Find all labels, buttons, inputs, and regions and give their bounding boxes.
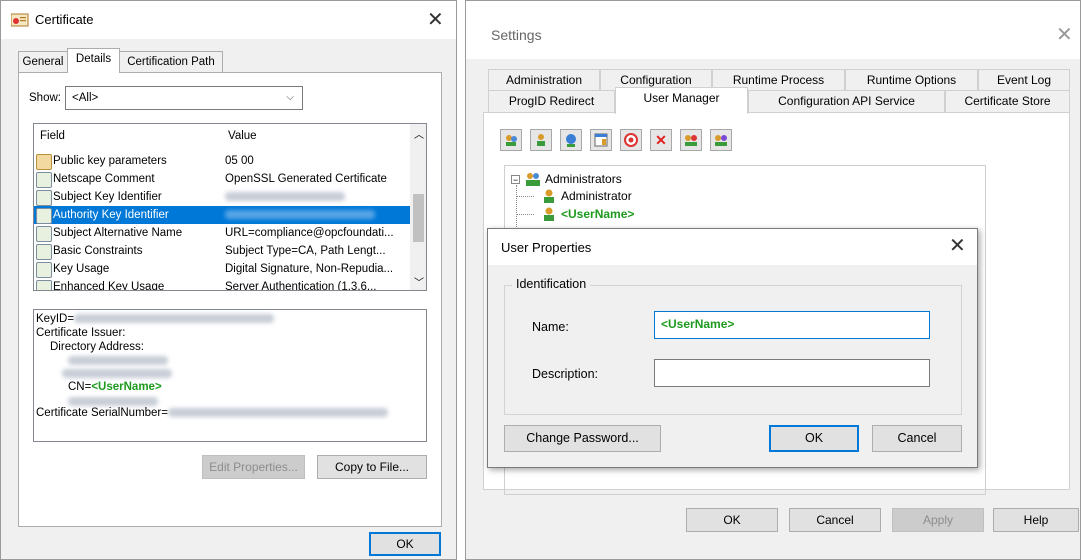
list-item-selected[interactable]: Authority Key Identifier <box>34 206 410 224</box>
redacted-value <box>225 192 345 202</box>
extension-icon <box>36 280 52 290</box>
tab-administration[interactable]: Administration <box>488 69 600 91</box>
extension-icon <box>36 226 52 242</box>
column-header-value[interactable]: Value <box>228 130 257 142</box>
dialog-title: User Properties <box>501 240 592 255</box>
user-icon <box>544 207 554 221</box>
tab-details[interactable]: Details <box>67 48 120 73</box>
column-header-field[interactable]: Field <box>40 130 65 142</box>
key-icon <box>36 154 52 170</box>
move-user-icon[interactable] <box>680 129 702 151</box>
redacted-value <box>68 397 158 406</box>
directory-address-line: Directory Address: <box>50 341 144 353</box>
close-icon[interactable]: ✕ <box>1056 25 1073 45</box>
disable-icon[interactable] <box>620 129 642 151</box>
delete-icon[interactable]: ✕ <box>650 129 672 151</box>
issuer-line: Certificate Issuer: <box>36 327 126 339</box>
extension-icon <box>36 172 52 188</box>
chevron-down-icon: ⌵ <box>286 92 294 103</box>
cn-line: CN=<UserName> <box>68 381 162 393</box>
group-icon <box>526 173 540 186</box>
serial-line: Certificate SerialNumber= <box>36 407 388 420</box>
identification-group <box>504 285 962 415</box>
list-item[interactable]: Netscape Comment OpenSSL Generated Certi… <box>34 170 410 188</box>
show-label: Show: <box>29 92 61 104</box>
extension-icon <box>36 208 52 224</box>
dialog-ok-button[interactable]: OK <box>769 425 859 452</box>
certificate-icon <box>11 13 29 27</box>
dialog-cancel-button[interactable]: Cancel <box>872 425 962 452</box>
tree-group-administrators[interactable]: Administrators <box>545 172 622 186</box>
user-properties-dialog: User Properties ✕ Identification Name: <… <box>487 228 978 468</box>
tab-configuration-api-service[interactable]: Configuration API Service <box>748 90 945 112</box>
scrollbar[interactable]: ︿ ﹀ <box>410 124 426 290</box>
add-user-icon[interactable] <box>530 129 552 151</box>
tree-item-username[interactable]: <UserName> <box>561 207 634 221</box>
ok-button[interactable]: OK <box>369 532 441 556</box>
certificate-titlebar: Certificate ✕ <box>1 1 456 39</box>
close-icon[interactable]: ✕ <box>949 236 966 256</box>
tab-runtime-options[interactable]: Runtime Options <box>845 69 978 91</box>
list-item[interactable]: Subject Key Identifier <box>34 188 410 206</box>
user-icon <box>544 189 554 203</box>
redacted-value <box>68 356 168 365</box>
tree-line <box>516 214 534 215</box>
properties-icon[interactable] <box>590 129 612 151</box>
redacted-value <box>62 369 172 378</box>
details-panel: Show: <All> ⌵ Field Value Public key par… <box>18 72 442 527</box>
close-icon[interactable]: ✕ <box>427 10 444 30</box>
extension-icon <box>36 244 52 260</box>
show-dropdown[interactable]: <All> ⌵ <box>65 86 303 110</box>
redacted-value <box>225 210 375 220</box>
copy-to-file-button[interactable]: Copy to File... <box>317 455 427 479</box>
collapse-icon[interactable]: − <box>511 175 520 185</box>
settings-titlebar: Settings ✕ <box>466 1 1080 59</box>
tab-user-manager[interactable]: User Manager <box>615 87 748 114</box>
copy-user-icon[interactable] <box>710 129 732 151</box>
tab-progid-redirect[interactable]: ProgID Redirect <box>488 90 615 112</box>
tab-event-log[interactable]: Event Log <box>978 69 1070 91</box>
extension-icon <box>36 190 52 206</box>
list-item[interactable]: Public key parameters 05 00 <box>34 152 410 170</box>
scroll-down-icon[interactable]: ﹀ <box>414 274 424 289</box>
fields-list[interactable]: Field Value Public key parameters 05 00 … <box>33 123 427 291</box>
show-value: <All> <box>72 92 99 104</box>
extension-icon <box>36 262 52 278</box>
name-label: Name: <box>532 320 569 334</box>
tab-general[interactable]: General <box>18 51 68 73</box>
list-item[interactable]: Enhanced Key Usage Server Authentication… <box>34 278 410 290</box>
list-item[interactable]: Key Usage Digital Signature, Non-Repudia… <box>34 260 410 278</box>
identification-group-label: Identification <box>512 277 591 291</box>
tab-certification-path[interactable]: Certification Path <box>119 51 223 73</box>
settings-help-button[interactable]: Help <box>993 508 1079 532</box>
certificate-window: Certificate ✕ General Details Certificat… <box>0 0 457 560</box>
tab-certificate-store[interactable]: Certificate Store <box>945 90 1070 112</box>
settings-ok-button[interactable]: OK <box>686 508 778 532</box>
change-password-button[interactable]: Change Password... <box>504 425 661 452</box>
add-group-icon[interactable] <box>500 129 522 151</box>
settings-cancel-button[interactable]: Cancel <box>789 508 881 532</box>
details-textbox[interactable]: KeyID= Certificate Issuer: Directory Add… <box>33 309 427 442</box>
window-title: Certificate <box>35 12 94 27</box>
dialog-titlebar: User Properties ✕ <box>488 229 977 265</box>
list-item[interactable]: Subject Alternative Name URL=compliance@… <box>34 224 410 242</box>
list-item[interactable]: Basic Constraints Subject Type=CA, Path … <box>34 242 410 260</box>
settings-apply-button[interactable]: Apply <box>892 508 984 532</box>
description-field[interactable] <box>654 359 930 387</box>
window-title: Settings <box>491 27 542 43</box>
edit-properties-button[interactable]: Edit Properties... <box>202 455 305 479</box>
tree-item-administrator[interactable]: Administrator <box>561 189 632 203</box>
tree-line <box>516 196 534 197</box>
name-field[interactable]: <UserName> <box>654 311 930 339</box>
scrollbar-thumb[interactable] <box>413 194 424 242</box>
network-user-icon[interactable] <box>560 129 582 151</box>
description-label: Description: <box>532 367 598 381</box>
scroll-up-icon[interactable]: ︿ <box>414 126 424 141</box>
tree-line <box>516 185 517 227</box>
keyid-line: KeyID= <box>36 313 275 326</box>
